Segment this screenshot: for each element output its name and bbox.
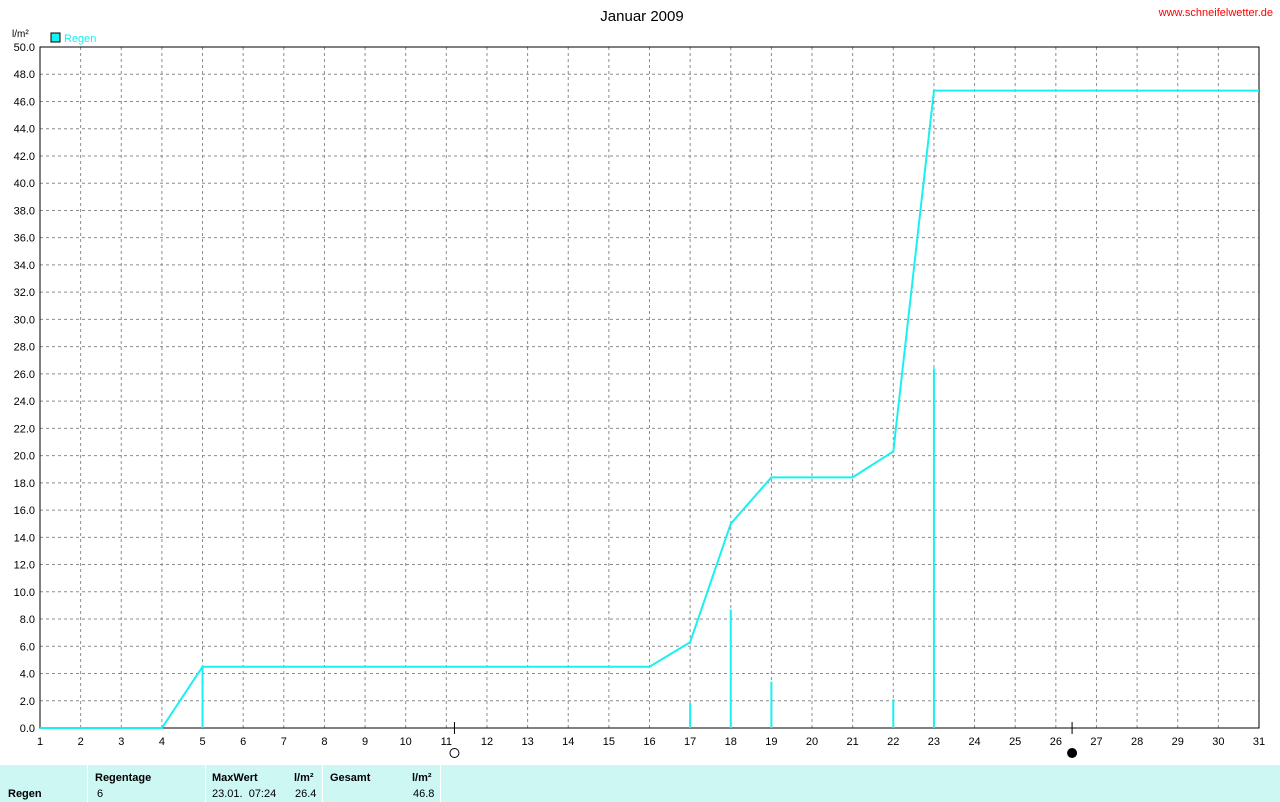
y-tick-label: 0.0 xyxy=(20,723,35,735)
x-tick-label: 24 xyxy=(968,736,980,748)
y-axis-ticks: 0.0 2.0 4.0 6.0 8.0 10.0 12.0 14.0 16.0 18.0 20.0 2… xyxy=(14,42,35,735)
y-tick-label: 44.0 xyxy=(14,124,35,136)
site-link[interactable]: www.schneifelwetter.de xyxy=(1158,7,1273,19)
x-tick-label: 7 xyxy=(281,736,287,748)
x-tick-label: 19 xyxy=(765,736,777,748)
y-tick-label: 10.0 xyxy=(14,587,35,599)
y-tick-label: 40.0 xyxy=(14,178,35,190)
x-tick-label: 12 xyxy=(481,736,493,748)
stats-row-label: Regen xyxy=(8,788,42,800)
y-tick-label: 32.0 xyxy=(14,287,35,299)
x-tick-label: 21 xyxy=(847,736,859,748)
x-tick-label: 1 xyxy=(37,736,43,748)
y-tick-label: 20.0 xyxy=(14,451,35,463)
x-tick-label: 15 xyxy=(603,736,615,748)
x-tick-label: 22 xyxy=(887,736,899,748)
regentage-label: Regentage xyxy=(95,772,152,784)
y-tick-label: 2.0 xyxy=(20,696,35,708)
rain-chart: Januar 2009 www.schneifelwetter.de l/m² … xyxy=(12,7,1273,758)
moon-phase-markers xyxy=(449,722,1078,758)
maxwert-label: MaxWert xyxy=(212,772,258,784)
new-moon-icon xyxy=(1067,748,1078,758)
y-unit-label: l/m² xyxy=(12,29,29,40)
x-tick-label: 18 xyxy=(725,736,737,748)
x-tick-label: 16 xyxy=(643,736,655,748)
maxwert-date: 23.01. 07:24 xyxy=(212,788,277,800)
x-tick-label: 10 xyxy=(400,736,412,748)
y-tick-label: 26.0 xyxy=(14,369,35,381)
gesamt-label: Gesamt xyxy=(330,772,371,784)
x-tick-label: 27 xyxy=(1090,736,1102,748)
y-tick-label: 8.0 xyxy=(20,614,35,626)
x-tick-label: 28 xyxy=(1131,736,1143,748)
y-tick-label: 30.0 xyxy=(14,314,35,326)
regentage-value: 6 xyxy=(97,788,104,800)
y-tick-label: 38.0 xyxy=(14,205,35,217)
x-tick-label: 4 xyxy=(159,736,165,748)
x-tick-label: 25 xyxy=(1009,736,1021,748)
y-tick-label: 22.0 xyxy=(14,423,35,435)
x-tick-label: 29 xyxy=(1172,736,1184,748)
y-tick-label: 24.0 xyxy=(14,396,35,408)
stats-panel: Regen Regentage 6 MaxWert l/m² 23.01. 07… xyxy=(0,765,1280,802)
y-tick-label: 50.0 xyxy=(14,42,35,54)
gesamt-value: 46.8 xyxy=(413,788,435,800)
x-tick-label: 3 xyxy=(118,736,124,748)
y-tick-label: 14.0 xyxy=(14,532,35,544)
y-tick-label: 28.0 xyxy=(14,342,35,354)
x-tick-label: 20 xyxy=(806,736,818,748)
daily-rain-bars xyxy=(201,368,935,728)
x-tick-label: 31 xyxy=(1253,736,1265,748)
y-tick-label: 34.0 xyxy=(14,260,35,272)
x-tick-label: 26 xyxy=(1050,736,1062,748)
x-tick-label: 13 xyxy=(521,736,533,748)
x-tick-label: 14 xyxy=(562,736,574,748)
x-tick-label: 23 xyxy=(928,736,940,748)
gesamt-unit: l/m² xyxy=(412,772,432,784)
x-tick-label: 2 xyxy=(78,736,84,748)
maxwert-unit: l/m² xyxy=(294,772,314,784)
legend-swatch xyxy=(50,32,61,43)
x-tick-label: 5 xyxy=(199,736,205,748)
x-tick-label: 8 xyxy=(321,736,327,748)
grid-lines xyxy=(40,47,1259,728)
y-tick-label: 36.0 xyxy=(14,233,35,245)
y-tick-label: 42.0 xyxy=(14,151,35,163)
full-moon-icon xyxy=(449,748,460,758)
x-axis-ticks: 1 2 3 4 5 6 7 8 9 10 11 12 13 14 15 16 17 18 19 20 21 22 23 24 2… xyxy=(37,736,1265,748)
y-tick-label: 18.0 xyxy=(14,478,35,490)
maxwert-value: 26.4 xyxy=(295,788,317,800)
chart-title: Januar 2009 xyxy=(600,8,683,25)
x-tick-label: 11 xyxy=(441,736,452,748)
x-tick-label: 9 xyxy=(362,736,368,748)
y-tick-label: 46.0 xyxy=(14,96,35,108)
y-tick-label: 48.0 xyxy=(14,69,35,81)
y-tick-label: 12.0 xyxy=(14,560,35,572)
x-tick-label: 30 xyxy=(1212,736,1224,748)
x-tick-label: 17 xyxy=(684,736,696,748)
x-tick-label: 6 xyxy=(240,736,246,748)
y-tick-label: 4.0 xyxy=(20,669,35,681)
y-tick-label: 16.0 xyxy=(14,505,35,517)
y-tick-label: 6.0 xyxy=(20,641,35,653)
legend-label: Regen xyxy=(64,33,96,45)
